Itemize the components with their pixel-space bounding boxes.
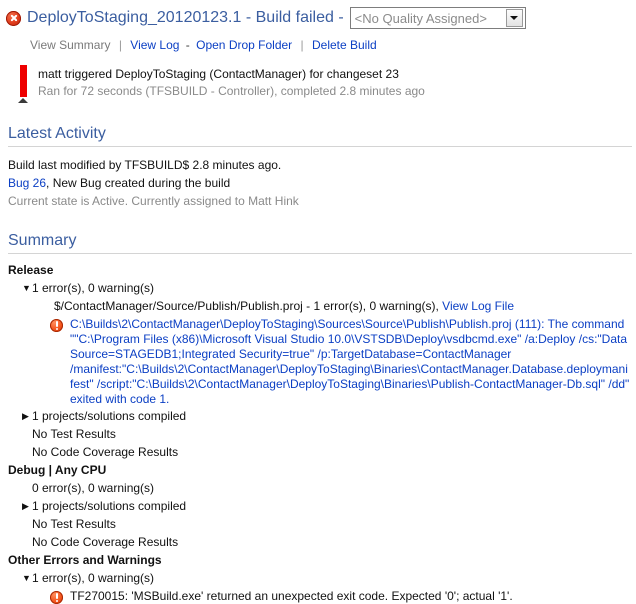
other-error-count-label: 1 error(s), 0 warning(s) [32, 571, 155, 585]
release-project-text: $/ContactManager/Source/Publish/Publish.… [54, 299, 443, 313]
bug-link[interactable]: Bug 26 [8, 176, 46, 190]
twisty-collapsed-icon[interactable]: ▶ [16, 497, 32, 515]
debug-compiled-label: 1 projects/solutions compiled [32, 499, 187, 513]
config-name-release: Release [8, 263, 54, 277]
twisty-expanded-icon[interactable]: ▼ [16, 279, 32, 297]
error-exclamation-icon [50, 319, 63, 332]
error-exclamation-icon [50, 591, 63, 604]
view-log-link[interactable]: View Log [130, 38, 179, 52]
other-error-message: TF270015: 'MSBuild.exe' returned an unex… [70, 589, 513, 603]
twisty-collapsed-icon[interactable]: ▶ [16, 407, 32, 425]
release-test-results: No Test Results [32, 427, 116, 441]
page-title: DeployToStaging_20120123.1 - Build faile… [27, 9, 344, 26]
debug-compiled-row[interactable]: ▶ 1 projects/solutions compiled [8, 497, 636, 515]
chevron-down-icon[interactable] [505, 9, 523, 27]
twisty-expanded-icon[interactable]: ▼ [16, 569, 32, 587]
pin-triangle-icon [18, 98, 28, 103]
other-errors-heading: Other Errors and Warnings [8, 553, 162, 567]
config-name-debug: Debug | Any CPU [8, 463, 107, 477]
trigger-duration: Ran for 72 seconds (TFSBUILD - Controlle… [38, 84, 425, 98]
error-x-icon [6, 10, 21, 26]
build-actions-toolbar: View Summary | View Log - Open Drop Fold… [0, 30, 636, 52]
latest-activity-section: Latest Activity Build last modified by T… [0, 125, 636, 210]
trigger-description: matt triggered DeployToStaging (ContactM… [38, 67, 399, 81]
other-error-detail: TF270015: 'MSBuild.exe' returned an unex… [8, 589, 636, 604]
build-header: DeployToStaging_20120123.1 - Build faile… [0, 0, 636, 30]
debug-error-count-label: 0 error(s), 0 warning(s) [32, 481, 155, 495]
release-project-row: $/ContactManager/Source/Publish/Publish.… [8, 297, 636, 315]
summary-section: Summary Release ▼ 1 error(s), 0 warning(… [0, 232, 636, 604]
status-bar-indicator [18, 65, 38, 103]
release-coverage-results: No Code Coverage Results [32, 445, 179, 459]
toolbar-separator: | [118, 38, 122, 52]
debug-test-results: No Test Results [32, 517, 116, 531]
delete-build-link[interactable]: Delete Build [312, 38, 377, 52]
bug-description: , New Bug created during the build [46, 176, 231, 190]
build-last-modified: Build last modified by TFSBUILD$ 2.8 min… [8, 158, 282, 172]
open-drop-folder-link[interactable]: Open Drop Folder [196, 38, 292, 52]
release-compiled-label: 1 projects/solutions compiled [32, 409, 187, 423]
release-error-message[interactable]: C:\Builds\2\ContactManager\DeployToStagi… [70, 317, 630, 407]
toolbar-separator: | [300, 38, 304, 52]
bug-state: Current state is Active. Currently assig… [8, 194, 299, 208]
toolbar-dash: - [185, 38, 190, 52]
release-error-count-label: 1 error(s), 0 warning(s) [32, 281, 155, 295]
summary-title: Summary [8, 232, 77, 249]
bug-line: Bug 26, New Bug created during the build [8, 174, 636, 192]
view-log-file-link[interactable]: View Log File [442, 299, 514, 313]
build-trigger-info: matt triggered DeployToStaging (ContactM… [0, 65, 636, 103]
release-error-detail: C:\Builds\2\ContactManager\DeployToStagi… [8, 317, 636, 407]
latest-activity-title: Latest Activity [8, 125, 106, 142]
debug-coverage-results: No Code Coverage Results [32, 535, 179, 549]
view-summary-link[interactable]: View Summary [30, 38, 110, 52]
other-error-count-row[interactable]: ▼ 1 error(s), 0 warning(s) [8, 569, 636, 587]
build-quality-value: <No Quality Assigned> [354, 10, 487, 26]
red-status-bar-icon [20, 65, 27, 97]
build-quality-select[interactable]: <No Quality Assigned> [349, 7, 526, 29]
release-compiled-row[interactable]: ▶ 1 projects/solutions compiled [8, 407, 636, 425]
release-error-count-row[interactable]: ▼ 1 error(s), 0 warning(s) [8, 279, 636, 297]
